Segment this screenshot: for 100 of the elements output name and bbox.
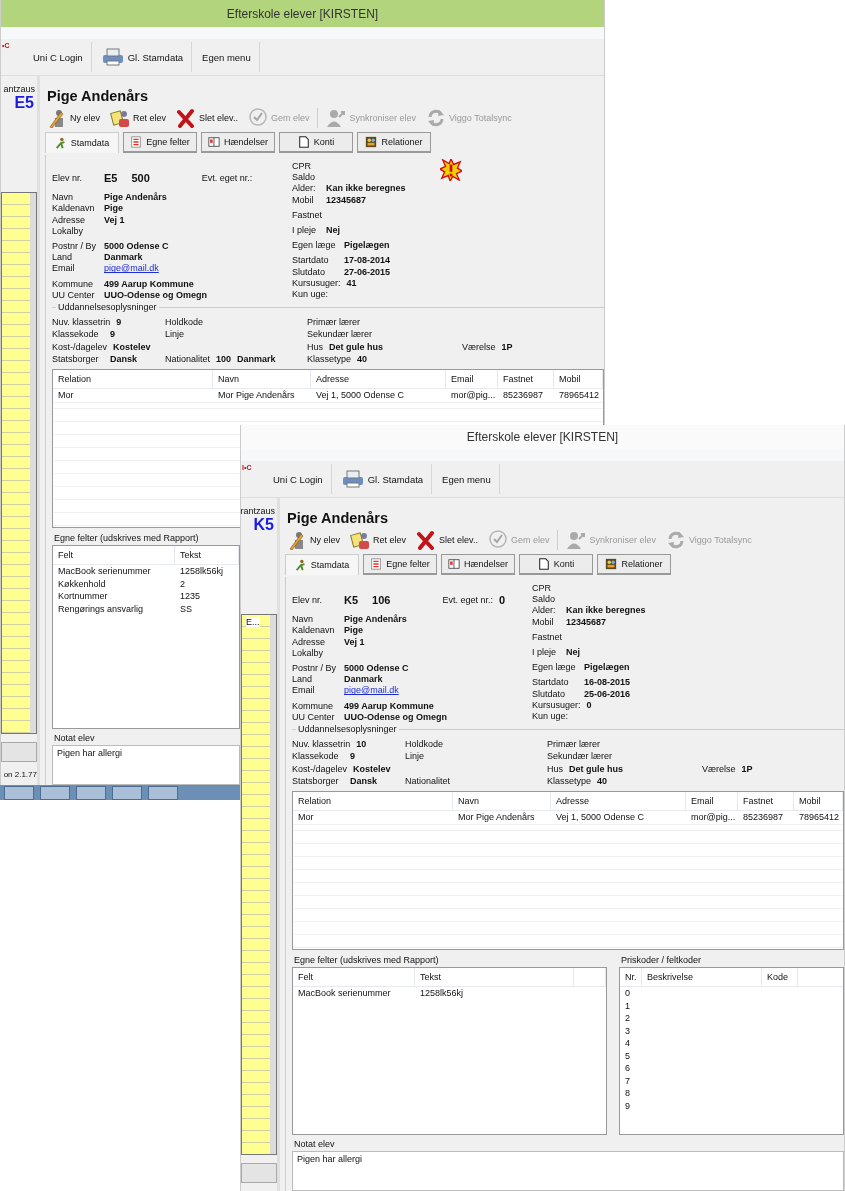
column-header[interactable]: Tekst — [175, 546, 239, 564]
field-value: Nej — [566, 647, 580, 659]
field-label: CPR — [292, 161, 312, 173]
field-value: Nej — [326, 225, 340, 237]
field-value: 9 — [116, 316, 122, 328]
table-cell-text: 1258lk56kj — [419, 987, 465, 1000]
field-value: Dansk — [110, 354, 137, 366]
field-value: 5000 Odense C — [344, 663, 409, 675]
field-value: 16-08-2015 — [584, 677, 631, 689]
taskbar-icon[interactable] — [40, 785, 70, 800]
table-cell-text: Mor — [297, 811, 315, 824]
checkmark-icon — [247, 108, 268, 128]
tab[interactable]: Konti — [519, 554, 593, 575]
column-header[interactable]: Nr. — [620, 968, 642, 986]
column-header[interactable]: Mobil — [794, 792, 843, 810]
scrollbar[interactable] — [30, 193, 36, 733]
action-button[interactable]: Ret elev — [348, 530, 409, 550]
column-header[interactable]: Tekst — [415, 968, 574, 986]
panel-title: Notat elev — [54, 733, 96, 743]
column-header[interactable]: Fastnet — [738, 792, 794, 810]
sidebar-button[interactable] — [241, 1163, 277, 1183]
column-header[interactable]: Adresse — [551, 792, 686, 810]
table-cell-text: Kortnummer — [57, 590, 109, 603]
action-button[interactable]: Ret elev — [108, 108, 169, 128]
field-value: 9 — [350, 751, 355, 763]
field-value: 499 Aarup Kommune — [104, 278, 194, 290]
field-label: Nuv. klassetrin — [52, 316, 111, 328]
field-label: Nationalitet — [165, 354, 211, 366]
column-header[interactable]: Adresse — [311, 370, 446, 388]
tab[interactable]: Hændelser — [441, 554, 515, 575]
field-value: Pige — [344, 625, 363, 637]
field-label: CPR — [532, 583, 552, 595]
column-header[interactable]: Email — [686, 792, 738, 810]
field-label: Saldo — [532, 594, 557, 606]
column-header[interactable]: Felt — [293, 968, 415, 986]
tab[interactable]: Stamdata — [285, 554, 359, 575]
action-button[interactable]: Slet elev.. — [174, 108, 240, 128]
field-value: K5 — [344, 595, 359, 607]
tab[interactable]: Stamdata — [45, 132, 119, 153]
toolbar-button[interactable]: Egen menu — [192, 42, 260, 72]
toolbar-button[interactable]: Gl. Stamdata — [331, 464, 433, 494]
field-label: Fastnet — [532, 631, 562, 643]
tab[interactable]: Egne felter — [123, 132, 197, 153]
field-label: Statsborger — [52, 354, 100, 366]
column-header[interactable]: Fastnet — [498, 370, 554, 388]
field-label: Klassetype — [307, 354, 352, 366]
toolbar-button[interactable]: Egen menu — [432, 464, 500, 494]
column-header[interactable]: Navn — [453, 792, 551, 810]
column-header[interactable]: Mobil — [554, 370, 603, 388]
column-header[interactable]: Email — [446, 370, 498, 388]
field-label: Kursusuger: — [292, 277, 341, 290]
field-label: UU Center — [292, 711, 336, 724]
taskbar-icon[interactable] — [148, 785, 178, 800]
taskbar-icon[interactable] — [4, 785, 34, 800]
column-header[interactable]: Felt — [53, 546, 175, 564]
column-header[interactable]: Navn — [213, 370, 311, 388]
column-header[interactable]: Relation — [293, 792, 453, 810]
note-field[interactable]: Pigen har allergi — [52, 745, 240, 785]
field-label: Adresse — [292, 636, 327, 648]
table-cell-text: 5 — [624, 1049, 631, 1062]
panel-title: Egne felter (udskrives med Rapport) — [294, 955, 440, 965]
action-button[interactable]: Ny elev — [285, 530, 342, 550]
column-header[interactable]: Beskrivelse — [642, 968, 762, 986]
field-label: Land — [292, 674, 314, 686]
email-link[interactable]: pige@mail.dk — [104, 263, 159, 275]
table-cell-text: 3 — [624, 1024, 631, 1037]
column-header: E... — [246, 617, 260, 627]
tab[interactable]: Egne felter — [363, 554, 437, 575]
action-button[interactable]: Ny elev — [45, 108, 102, 128]
table-cell-text: 2 — [179, 577, 186, 590]
sidebar-button[interactable] — [1, 742, 37, 762]
email-link[interactable]: pige@mail.dk — [344, 685, 399, 697]
column-header[interactable]: Relation — [53, 370, 213, 388]
tab[interactable]: Relationer — [357, 132, 431, 153]
field-label: Egen læge — [292, 240, 337, 252]
field-value: 27-06-2015 — [344, 266, 391, 278]
table-cell-text: Vej 1, 5000 Odense C — [555, 811, 646, 824]
field-value: 0 — [586, 699, 592, 712]
scrollbar[interactable] — [270, 615, 276, 1154]
field-label: Kursusuger: — [532, 699, 581, 712]
field-value: Danmark — [344, 674, 383, 686]
field-label: Kaldenavn — [292, 625, 336, 637]
column-header[interactable]: Kode — [762, 968, 798, 986]
toolbar-button[interactable]: Gl. Stamdata — [91, 42, 193, 72]
taskbar-icon[interactable] — [76, 785, 106, 800]
action-button[interactable]: Slet elev.. — [414, 530, 480, 550]
taskbar-icon[interactable] — [112, 785, 142, 800]
tab[interactable]: Konti — [279, 132, 353, 153]
field-label: Kommune — [52, 278, 95, 290]
note-field[interactable]: Pigen har allergi — [292, 1151, 844, 1191]
book-icon — [208, 136, 220, 148]
field-label: UU Center — [52, 289, 96, 302]
field-value: E5 — [104, 173, 118, 185]
page-icon — [537, 558, 550, 570]
field-label: Mobil — [292, 194, 315, 206]
tab[interactable]: Hændelser — [201, 132, 275, 153]
field-value: 500 — [131, 173, 150, 185]
tab[interactable]: Relationer — [597, 554, 671, 575]
field-value: 1P — [741, 763, 753, 775]
cross-icon — [416, 530, 437, 550]
